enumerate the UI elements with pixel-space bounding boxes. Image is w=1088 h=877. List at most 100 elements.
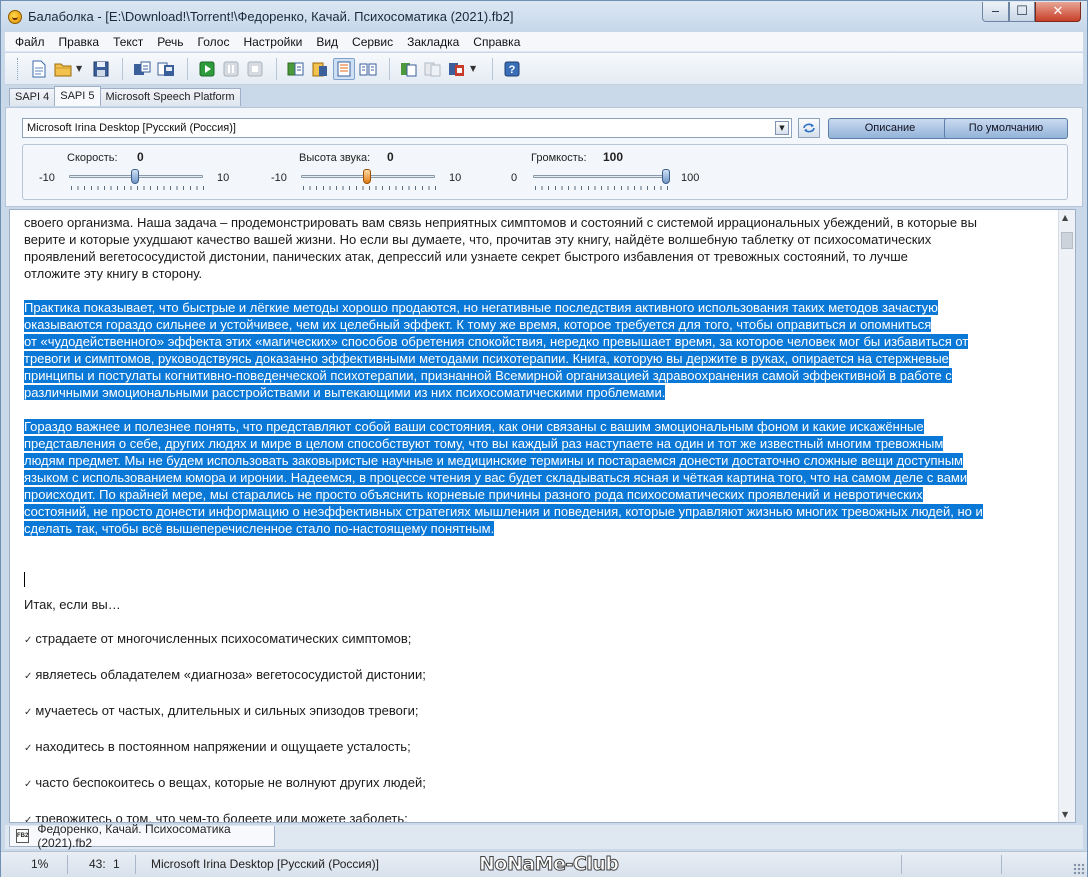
volume-min: 0 (511, 172, 518, 184)
voice-default-button[interactable]: По умолчанию (944, 118, 1068, 139)
menu-bar: Файл Правка Текст Речь Голос Настройки В… (5, 32, 1083, 52)
file-tab-label: Федоренко, Качай. Психосоматика (2021).f… (37, 822, 231, 850)
menu-help[interactable]: Справка (466, 35, 527, 49)
status-line: 43: (89, 857, 106, 871)
pitch-slider-thumb[interactable] (363, 169, 371, 184)
rate-value: 0 (137, 150, 144, 164)
status-progress: 1% (31, 857, 49, 871)
list-intro: Итак, если вы… (24, 597, 121, 612)
toolbar-grip[interactable] (17, 57, 20, 80)
scroll-down-icon[interactable]: ▼ (1062, 810, 1068, 819)
fb2-file-icon: FB2 (16, 829, 30, 843)
resize-grip-icon[interactable] (1073, 863, 1085, 875)
refresh-voices-button[interactable] (798, 118, 820, 138)
file-tabs: FB2 Федоренко, Качай. Психосоматика (202… (5, 822, 1083, 850)
batch-convert-icon[interactable] (155, 58, 177, 80)
paragraph-3-selected: Гораздо важнее и полезнее понять, что пр… (24, 419, 983, 536)
new-document-icon[interactable] (28, 58, 50, 80)
voice-select-value: Microsoft Irina Desktop [Русский (Россия… (27, 122, 236, 134)
menu-file[interactable]: Файл (5, 35, 52, 49)
pitch-value: 0 (387, 150, 394, 164)
chevron-down-icon[interactable]: ▼ (775, 121, 789, 135)
clipboard-reader-icon[interactable] (309, 58, 331, 80)
menu-speech[interactable]: Речь (150, 35, 190, 49)
text-cursor (24, 572, 25, 587)
menu-edit[interactable]: Правка (52, 35, 107, 49)
maximize-button[interactable]: ☐ (1009, 2, 1035, 22)
engine-tabs: SAPI 4 SAPI 5 Microsoft Speech Platform (9, 86, 241, 107)
checkmark-icon: ✓ (24, 815, 33, 823)
menu-bookmark[interactable]: Закладка (400, 35, 466, 49)
checkmark-icon: ✓ (24, 671, 33, 682)
pause-icon[interactable] (220, 58, 242, 80)
list-item: ✓ часто беспокоитесь о вещах, которые не … (24, 775, 426, 790)
help-icon[interactable]: ? (501, 58, 523, 80)
list-item: ✓ являетесь обладателем «диагноза» вегето… (24, 667, 426, 682)
watermark: NoNaMe-Club (478, 853, 619, 876)
volume-slider-group: Громкость: 100 0 100 (497, 145, 717, 201)
volume-slider-track[interactable] (533, 175, 667, 178)
reading-mode-icon[interactable] (333, 57, 355, 80)
pitch-label: Высота звука: (299, 152, 371, 164)
volume-max: 100 (681, 172, 700, 184)
voice-description-button[interactable]: Описание (828, 118, 952, 139)
app-window: Балаболка - [E:\Download!\Torrent!\Федор… (0, 0, 1088, 877)
open-dropdown-arrow-icon[interactable]: ▼ (76, 64, 84, 73)
balabolka-app-icon[interactable] (8, 9, 22, 24)
book-view-icon[interactable] (357, 58, 379, 80)
paragraph-2-selected: Практика показывает, что быстрые и лёгки… (24, 300, 969, 400)
menu-voice[interactable]: Голос (191, 35, 237, 49)
split-text-icon[interactable] (398, 58, 420, 80)
play-icon[interactable] (196, 58, 218, 80)
tab-sapi4[interactable]: SAPI 4 (9, 88, 56, 106)
scroll-up-icon[interactable]: ▲ (1062, 213, 1068, 222)
menu-settings[interactable]: Настройки (236, 35, 309, 49)
text-to-clipboard-icon[interactable] (285, 58, 307, 80)
status-bar: 1% 43: 1 Microsoft Irina Desktop [Русски… (1, 851, 1087, 877)
list-item: ✓ страдаете от многочисленных психосомати… (24, 631, 412, 646)
rate-slider-group: Скорость: 0 -10 10 (33, 145, 253, 201)
text-cursor-line (24, 571, 1054, 588)
voice-panel: Microsoft Irina Desktop [Русский (Россия… (5, 107, 1083, 207)
refresh-icon (803, 123, 815, 133)
tab-speech-platform[interactable]: Microsoft Speech Platform (99, 88, 241, 106)
markup-icon[interactable] (446, 58, 468, 80)
checkmark-icon: ✓ (24, 635, 33, 646)
document-text[interactable]: своего организма. Наша задача – продемон… (24, 214, 1054, 823)
menu-text[interactable]: Текст (106, 35, 150, 49)
volume-slider-thumb[interactable] (662, 169, 670, 184)
menu-view[interactable]: Вид (309, 35, 345, 49)
window-controls: ‒ ☐ ✕ (982, 2, 1081, 22)
svg-text:?: ? (509, 64, 516, 76)
scrollbar-thumb[interactable] (1061, 232, 1073, 249)
stop-icon[interactable] (244, 58, 266, 80)
list-item: ✓ находитесь в постоянном напряжении и ощ… (24, 739, 411, 754)
save-audio-icon[interactable] (131, 58, 153, 80)
vertical-scrollbar[interactable]: ▲ ▼ (1058, 210, 1075, 822)
open-folder-icon[interactable] (52, 58, 74, 80)
status-voice: Microsoft Irina Desktop [Русский (Россия… (151, 857, 379, 871)
list-item: ✓ мучаетесь от частых, длительных и сильн… (24, 703, 419, 718)
title-bar: Балаболка - [E:\Download!\Torrent!\Федор… (1, 1, 1087, 32)
text-editor[interactable]: своего организма. Наша задача – продемон… (9, 209, 1076, 823)
rate-min: -10 (39, 172, 55, 184)
markup-dropdown-arrow-icon[interactable]: ▼ (470, 64, 478, 73)
window-title: Балаболка - [E:\Download!\Torrent!\Федор… (28, 9, 514, 24)
menu-tools[interactable]: Сервис (345, 35, 400, 49)
pitch-max: 10 (449, 172, 462, 184)
rate-max: 10 (217, 172, 230, 184)
voice-select[interactable]: Microsoft Irina Desktop [Русский (Россия… (22, 118, 792, 138)
minimize-button[interactable]: ‒ (982, 2, 1009, 22)
file-tab-active[interactable]: FB2 Федоренко, Качай. Психосоматика (202… (9, 822, 275, 850)
checkmark-icon: ✓ (24, 743, 33, 754)
compare-files-icon[interactable] (422, 58, 444, 80)
pitch-min: -10 (271, 172, 287, 184)
status-column: 1 (113, 857, 120, 871)
rate-slider-thumb[interactable] (131, 169, 139, 184)
close-button[interactable]: ✕ (1035, 2, 1081, 22)
volume-value: 100 (603, 150, 624, 164)
save-icon[interactable] (90, 58, 112, 80)
rate-label: Скорость: (67, 152, 118, 164)
tab-sapi5[interactable]: SAPI 5 (54, 86, 101, 106)
toolbar: ▼ ▼ ? (5, 53, 1083, 85)
